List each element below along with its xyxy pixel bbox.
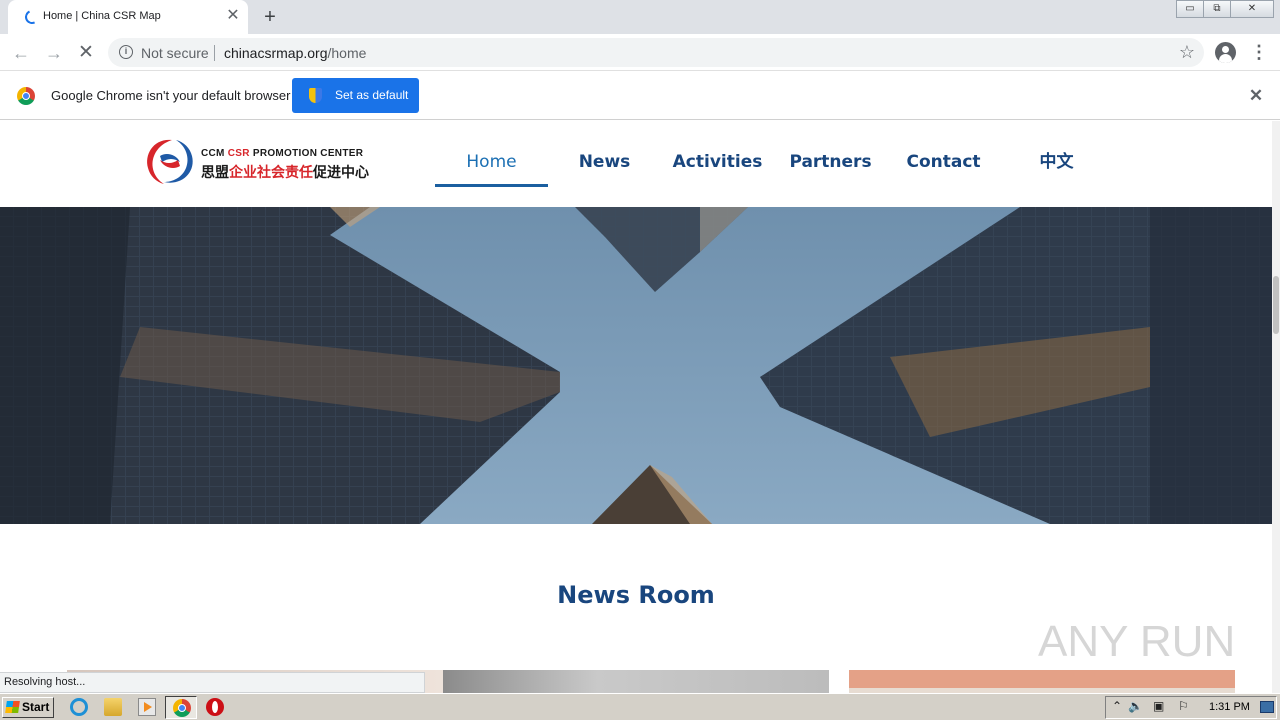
nav-chinese[interactable]: 中文 <box>1000 151 1113 187</box>
url-domain: chinacsrmap.org <box>224 45 328 61</box>
browser-menu-icon[interactable]: ⋮ <box>1250 40 1268 64</box>
file-explorer-icon[interactable] <box>104 698 122 716</box>
loading-spinner-icon <box>23 8 41 26</box>
forward-button[interactable]: → <box>42 41 66 65</box>
window-controls: ▭ ⧉ ✕ <box>1176 0 1274 18</box>
set-as-default-button[interactable]: Set as default <box>292 78 419 113</box>
window-close-button[interactable]: ✕ <box>1230 0 1274 18</box>
start-label: Start <box>22 700 50 714</box>
url-text[interactable]: chinacsrmap.org/home <box>224 45 366 61</box>
browser-toolbar: ← → ✕ i Not secure chinacsrmap.org/home … <box>0 34 1280 71</box>
internet-explorer-icon[interactable] <box>70 698 88 716</box>
nav-activities[interactable]: Activities <box>661 151 774 187</box>
site-logo[interactable]: CCM CSR PROMOTION CENTER 思盟企业社会责任促进中心 <box>142 134 369 190</box>
infobar-close-icon[interactable]: ✕ <box>1246 86 1266 106</box>
web-page: CCM CSR PROMOTION CENTER 思盟企业社会责任促进中心 Ho… <box>0 121 1272 693</box>
infobar-message: Google Chrome isn't your default browser <box>51 88 291 103</box>
volume-icon[interactable]: 🔈 <box>1128 699 1143 713</box>
chrome-logo-icon <box>17 87 35 105</box>
clock[interactable]: 1:31 PM <box>1209 701 1250 713</box>
anyrun-watermark-logo: ANY RUN <box>1038 617 1235 666</box>
stop-loading-button[interactable]: ✕ <box>74 41 98 65</box>
bookmark-star-icon[interactable]: ☆ <box>1179 42 1195 63</box>
svg-text:ANY RUN: ANY RUN <box>1038 617 1235 666</box>
new-tab-button[interactable]: + <box>258 6 282 28</box>
site-info-icon[interactable]: i <box>119 45 133 59</box>
show-desktop-icon[interactable] <box>1260 701 1274 713</box>
action-center-flag-icon[interactable]: ⚐ <box>1178 699 1189 713</box>
chrome-taskbar-icon <box>173 699 191 717</box>
news-room-heading: News Room <box>557 581 715 609</box>
logo-chinese-text: 思盟企业社会责任促进中心 <box>201 164 369 180</box>
browser-tab-active[interactable]: Home | China CSR Map ✕ <box>8 0 248 34</box>
hero-skyscrapers-image <box>0 207 1272 524</box>
omnibox-divider <box>214 45 215 61</box>
logo-english-text: CCM CSR PROMOTION CENTER <box>201 148 364 159</box>
nav-home[interactable]: Home <box>435 151 548 187</box>
nav-partners[interactable]: Partners <box>774 151 887 187</box>
system-tray: ⌃ 🔈 ▣ ⚐ 1:31 PM <box>1105 696 1277 719</box>
windows-taskbar: Start ⌃ 🔈 ▣ ⚐ 1:31 PM <box>0 693 1280 720</box>
page-scrollbar[interactable] <box>1272 121 1280 693</box>
tab-strip: Home | China CSR Map ✕ + ▭ ⧉ ✕ <box>0 0 1280 34</box>
minimize-button[interactable]: ▭ <box>1176 0 1204 18</box>
nav-news[interactable]: News <box>548 151 661 187</box>
set-as-default-label: Set as default <box>335 88 409 102</box>
show-hidden-icons-icon[interactable]: ⌃ <box>1112 699 1122 713</box>
opera-icon[interactable] <box>206 698 224 716</box>
profile-avatar-icon[interactable] <box>1215 42 1236 63</box>
status-bubble: Resolving host... <box>0 672 425 693</box>
news-card-image[interactable] <box>849 670 1235 693</box>
media-player-icon[interactable] <box>138 698 156 716</box>
address-bar[interactable]: i Not secure chinacsrmap.org/home ☆ <box>108 38 1204 67</box>
security-label[interactable]: Not secure <box>141 45 209 61</box>
logo-swirl-icon <box>147 139 193 184</box>
news-card-image[interactable] <box>443 670 829 693</box>
restore-button[interactable]: ⧉ <box>1203 0 1231 18</box>
start-button[interactable]: Start <box>2 697 54 718</box>
windows-logo-icon <box>5 701 20 713</box>
tab-title: Home | China CSR Map <box>43 10 161 22</box>
url-path: /home <box>327 45 367 61</box>
tab-close-icon[interactable]: ✕ <box>224 7 242 25</box>
uac-shield-icon <box>309 88 322 103</box>
scrollbar-thumb[interactable] <box>1273 276 1279 334</box>
taskbar-chrome-button[interactable] <box>165 696 197 719</box>
network-icon[interactable]: ▣ <box>1153 699 1164 713</box>
nav-contact[interactable]: Contact <box>887 151 1000 187</box>
back-button[interactable]: ← <box>9 41 33 65</box>
